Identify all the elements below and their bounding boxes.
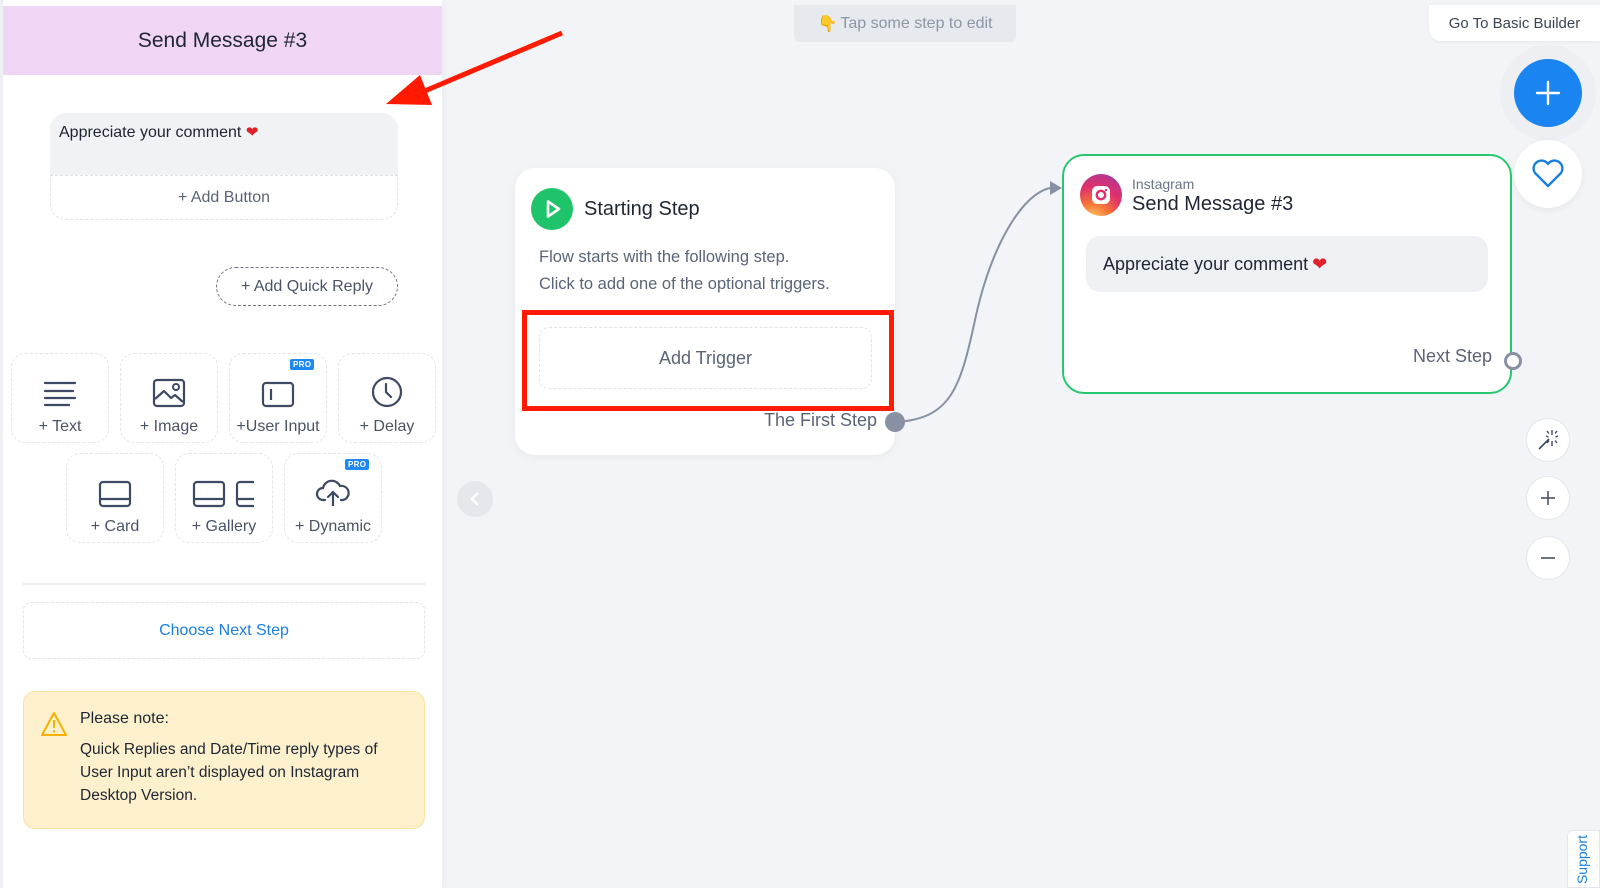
pro-badge: PRO: [345, 459, 370, 470]
platform-label: Instagram: [1132, 176, 1195, 192]
go-to-basic-builder-button[interactable]: Go To Basic Builder: [1429, 5, 1600, 41]
heart-icon: [1532, 159, 1564, 188]
favorite-button[interactable]: [1514, 140, 1582, 208]
first-step-output-port[interactable]: [885, 412, 905, 432]
cloud-upload-icon: [315, 464, 351, 508]
chevron-left-icon: [470, 492, 479, 506]
add-text-tile[interactable]: + Text: [11, 353, 109, 443]
tap-to-edit-hint: 👇 Tap some step to edit: [794, 5, 1016, 42]
add-trigger-button[interactable]: Add Trigger: [539, 327, 872, 389]
message-block: Appreciate your comment ❤ + Add Button: [50, 113, 398, 220]
add-image-tile[interactable]: + Image: [120, 353, 218, 443]
message-bubble: Appreciate your comment ❤: [1086, 236, 1488, 292]
zoom-out-button[interactable]: [1526, 536, 1570, 580]
heart-emoji-icon: ❤: [245, 124, 259, 141]
play-icon: [531, 188, 573, 230]
clock-icon: [370, 364, 404, 408]
tile-label: + Gallery: [191, 518, 257, 535]
add-step-button[interactable]: [1514, 59, 1582, 127]
add-delay-tile[interactable]: + Delay: [338, 353, 436, 443]
next-step-output-port[interactable]: [1504, 352, 1522, 370]
image-icon: [152, 364, 186, 408]
message-text: Appreciate your comment: [1103, 253, 1309, 274]
add-quick-reply-button[interactable]: + Add Quick Reply: [216, 267, 398, 306]
tile-label: + Delay: [359, 418, 415, 435]
card-icon: [98, 464, 132, 508]
zoom-in-button[interactable]: [1526, 476, 1570, 520]
starting-step-description: Flow starts with the following step. Cli…: [539, 244, 830, 298]
connector-arrowhead-icon: [1050, 181, 1062, 195]
instagram-icon: [1080, 174, 1122, 216]
tile-label: +User Input: [236, 418, 320, 435]
heart-emoji-icon: ❤: [1312, 253, 1328, 274]
support-tab[interactable]: Support: [1567, 830, 1600, 888]
desc-line: Flow starts with the following step.: [539, 248, 790, 266]
pro-badge: PRO: [290, 359, 315, 370]
tile-label: + Dynamic: [294, 518, 372, 535]
auto-arrange-button[interactable]: [1526, 418, 1570, 462]
plus-icon: [1541, 491, 1555, 505]
support-label: Support: [1574, 835, 1590, 885]
plus-icon: [1535, 80, 1561, 106]
warning-icon: [40, 711, 68, 742]
starting-step-node[interactable]: Starting Step Flow starts with the follo…: [515, 168, 895, 455]
starting-step-title: Starting Step: [584, 197, 700, 220]
tile-label: + Image: [139, 418, 199, 435]
note-title: Please note:: [80, 710, 169, 727]
send-message-title: Send Message #3: [1132, 193, 1294, 215]
first-step-output-label: The First Step: [763, 410, 877, 430]
magic-wand-icon: [1538, 430, 1559, 450]
choose-next-step-button[interactable]: Choose Next Step: [23, 602, 425, 659]
add-button-button[interactable]: + Add Button: [50, 175, 398, 220]
gallery-icon: [192, 464, 256, 508]
divider: [23, 583, 425, 585]
annotation-arrow-icon: [386, 30, 563, 105]
hint-text: Tap some step to edit: [840, 14, 993, 32]
desc-line: Click to add one of the optional trigger…: [539, 275, 830, 293]
collapse-panel-button[interactable]: [457, 481, 493, 517]
add-card-tile[interactable]: + Card: [66, 453, 164, 543]
text-lines-icon: [43, 364, 77, 408]
add-dynamic-tile[interactable]: PRO + Dynamic: [284, 453, 382, 543]
add-gallery-tile[interactable]: + Gallery: [175, 453, 273, 543]
message-text: Appreciate your comment: [59, 124, 242, 141]
pointing-hand-icon: 👇: [817, 15, 838, 33]
input-field-icon: [261, 364, 295, 408]
send-message-node[interactable]: Instagram Send Message #3 Appreciate you…: [1062, 154, 1512, 394]
next-step-output-label: Next Step: [1412, 346, 1492, 366]
step-editor-panel: Send Message #3 Appreciate your comment …: [0, 0, 442, 888]
tile-label: + Text: [38, 418, 82, 435]
minus-icon: [1541, 557, 1555, 559]
message-text-input[interactable]: Appreciate your comment ❤: [50, 113, 398, 175]
please-note-box: Please note: Quick Replies and Date/Time…: [23, 691, 425, 829]
tile-label: + Card: [90, 518, 140, 535]
panel-title: Send Message #3: [3, 6, 442, 75]
note-body: Quick Replies and Date/Time reply types …: [80, 741, 378, 804]
add-user-input-tile[interactable]: PRO +User Input: [229, 353, 327, 443]
